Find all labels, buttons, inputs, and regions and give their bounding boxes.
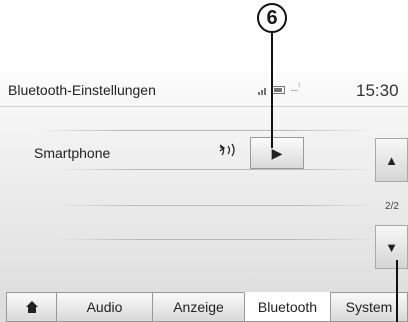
callout-number: 6	[266, 6, 278, 29]
callout-line	[271, 33, 273, 148]
bluetooth-settings-screen: 6 Bluetooth-Einstellungen --ᵀ 15:30 Smar…	[0, 0, 408, 322]
tab-anzeige[interactable]: Anzeige	[152, 292, 244, 322]
bluetooth-audio-icon	[218, 143, 240, 160]
play-arrow-icon: ▶	[271, 144, 283, 161]
scroll-up-button[interactable]: ▲	[375, 138, 408, 182]
tab-bar: Audio Anzeige Bluetooth System	[6, 292, 408, 322]
tab-home[interactable]	[6, 292, 56, 322]
device-name: Smartphone	[34, 145, 111, 161]
tab-audio[interactable]: Audio	[56, 292, 152, 322]
list-divider	[36, 130, 374, 131]
signal-icon	[258, 85, 266, 96]
tab-label: Audio	[86, 299, 123, 315]
clock: 15:30	[356, 81, 399, 100]
list-divider	[58, 169, 374, 170]
status-bar: --ᵀ	[258, 84, 301, 96]
network-icon: --ᵀ	[291, 84, 301, 97]
callout-line-scroll	[396, 260, 398, 322]
network-status: --	[291, 85, 298, 97]
arrow-up-icon: ▲	[385, 152, 398, 168]
home-icon	[25, 301, 38, 313]
arrow-down-icon: ▼	[385, 239, 398, 255]
tab-label: Anzeige	[173, 299, 224, 315]
page-title: Bluetooth-Einstellungen	[8, 82, 156, 98]
page-indicator: 2/2	[385, 201, 399, 212]
tab-bluetooth[interactable]: Bluetooth	[244, 292, 330, 322]
list-divider	[58, 239, 374, 240]
list-divider	[58, 205, 374, 206]
tab-label: System	[345, 299, 393, 315]
tab-label: Bluetooth	[257, 299, 318, 315]
device-options-button[interactable]: ▶	[250, 137, 304, 169]
callout-marker: 6	[257, 3, 287, 33]
battery-icon	[272, 86, 285, 95]
header-divider	[0, 106, 408, 107]
scroll-down-button[interactable]: ▼	[375, 225, 408, 269]
